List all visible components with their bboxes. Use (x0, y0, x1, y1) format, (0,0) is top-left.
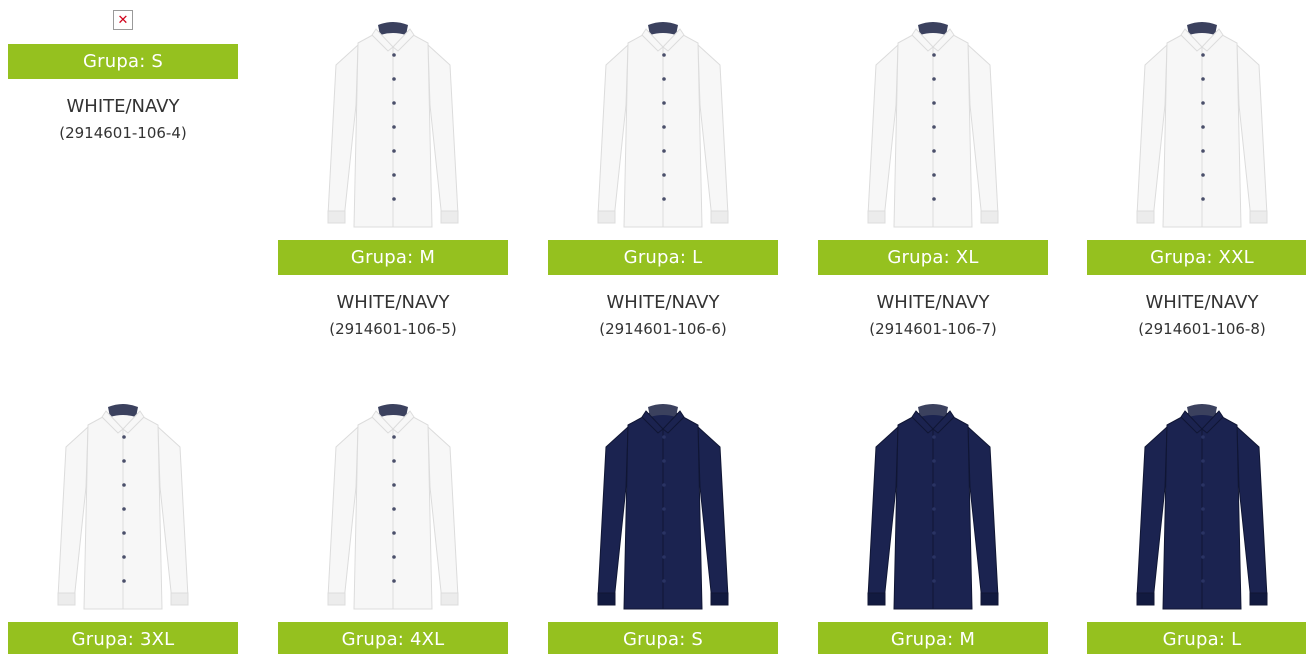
group-badge[interactable]: Grupa: 4XL (278, 622, 508, 654)
shirt-image[interactable] (278, 392, 508, 622)
color-name: WHITE/NAVY (66, 96, 180, 117)
group-badge[interactable]: Grupa: M (818, 622, 1048, 654)
product-code: (2914601-106-5) (329, 320, 457, 338)
product-code: (2914601-106-8) (1138, 320, 1266, 338)
product-card[interactable]: Grupa: 3XL (8, 392, 238, 654)
group-badge[interactable]: Grupa: XL (818, 240, 1048, 275)
color-name: WHITE/NAVY (606, 292, 720, 313)
shirt-icon (597, 404, 729, 610)
color-name: WHITE/NAVY (1145, 292, 1259, 313)
color-name: WHITE/NAVY (876, 292, 990, 313)
group-badge[interactable]: Grupa: M (278, 240, 508, 275)
shirt-icon (327, 404, 459, 610)
shirt-image[interactable] (8, 392, 238, 622)
shirt-image[interactable] (278, 10, 508, 240)
group-badge[interactable]: Grupa: L (548, 240, 778, 275)
shirt-image[interactable] (818, 10, 1048, 240)
shirt-icon (867, 404, 999, 610)
shirt-icon (1136, 404, 1268, 610)
product-card[interactable]: Grupa: M (818, 392, 1048, 654)
shirt-icon (597, 22, 729, 228)
product-card[interactable]: Grupa: XL WHITE/NAVY (2914601-106-7) (818, 10, 1048, 339)
product-card[interactable]: Grupa: L WHITE/NAVY (2914601-106-6) (548, 10, 778, 339)
product-code: (2914601-106-7) (869, 320, 997, 338)
product-code: (2914601-106-4) (59, 124, 187, 142)
shirt-image[interactable] (818, 392, 1048, 622)
shirt-image[interactable] (1087, 392, 1306, 622)
product-card[interactable]: Grupa: L (1087, 392, 1306, 654)
group-badge[interactable]: Grupa: 3XL (8, 622, 238, 654)
shirt-image[interactable] (548, 392, 778, 622)
group-badge[interactable]: Grupa: S (548, 622, 778, 654)
shirt-icon (1136, 22, 1268, 228)
product-card[interactable]: Grupa: S (548, 392, 778, 654)
product-card[interactable]: Grupa: M WHITE/NAVY (2914601-106-5) (278, 10, 508, 339)
group-badge[interactable]: Grupa: XXL (1087, 240, 1306, 275)
shirt-icon (867, 22, 999, 228)
close-icon: ✕ (113, 10, 133, 30)
broken-image[interactable]: ✕ (8, 10, 238, 44)
color-name: WHITE/NAVY (336, 292, 450, 313)
group-badge[interactable]: Grupa: L (1087, 622, 1306, 654)
group-badge[interactable]: Grupa: S (8, 44, 238, 79)
shirt-image[interactable] (548, 10, 778, 240)
product-card[interactable]: Grupa: 4XL (278, 392, 508, 654)
shirt-icon (57, 404, 189, 610)
product-card[interactable]: ✕ Grupa: S WHITE/NAVY (2914601-106-4) (8, 10, 238, 143)
product-card[interactable]: Grupa: XXL WHITE/NAVY (2914601-106-8) (1087, 10, 1306, 339)
shirt-image[interactable] (1087, 10, 1306, 240)
product-grid: ✕ Grupa: S WHITE/NAVY (2914601-106-4) Gr… (0, 0, 1306, 654)
shirt-icon (327, 22, 459, 228)
product-code: (2914601-106-6) (599, 320, 727, 338)
